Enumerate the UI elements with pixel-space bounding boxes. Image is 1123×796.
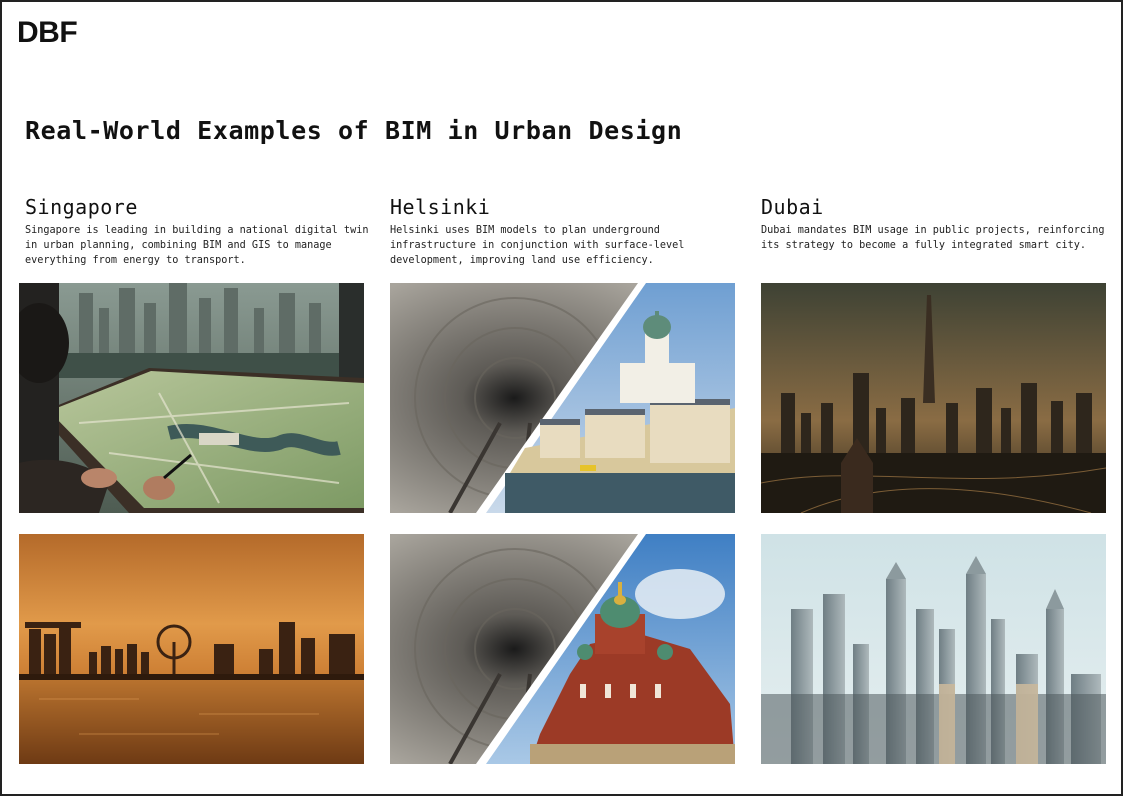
singapore-skyline-photo: [19, 534, 364, 764]
dubai-skyscrapers-photo: [761, 534, 1106, 764]
city-description: Singapore is leading in building a natio…: [25, 225, 369, 266]
page-title: Real-World Examples of BIM in Urban Desi…: [25, 116, 683, 145]
singapore-planning-photo: [19, 283, 364, 513]
helsinki-tunnel-cathedral-photo: [390, 283, 735, 513]
city-heading: Singapore: [25, 195, 138, 219]
city-column-dubai: Dubai Dubai mandates BIM usage in public…: [761, 195, 1106, 271]
city-column-helsinki: Helsinki Helsinki uses BIM models to pla…: [390, 195, 735, 271]
city-description: Helsinki uses BIM models to plan undergr…: [390, 225, 685, 266]
city-column-singapore: Singapore Singapore is leading in buildi…: [25, 195, 370, 271]
city-description: Dubai mandates BIM usage in public proje…: [761, 225, 1105, 251]
brand-logo: DBF: [17, 16, 78, 49]
helsinki-tunnel-uspenski-photo: [390, 534, 735, 764]
slide-frame: DBF Real-World Examples of BIM in Urban …: [0, 0, 1123, 796]
dubai-dusk-skyline-photo: [761, 283, 1106, 513]
city-heading: Dubai: [761, 195, 824, 219]
city-heading: Helsinki: [390, 195, 491, 219]
